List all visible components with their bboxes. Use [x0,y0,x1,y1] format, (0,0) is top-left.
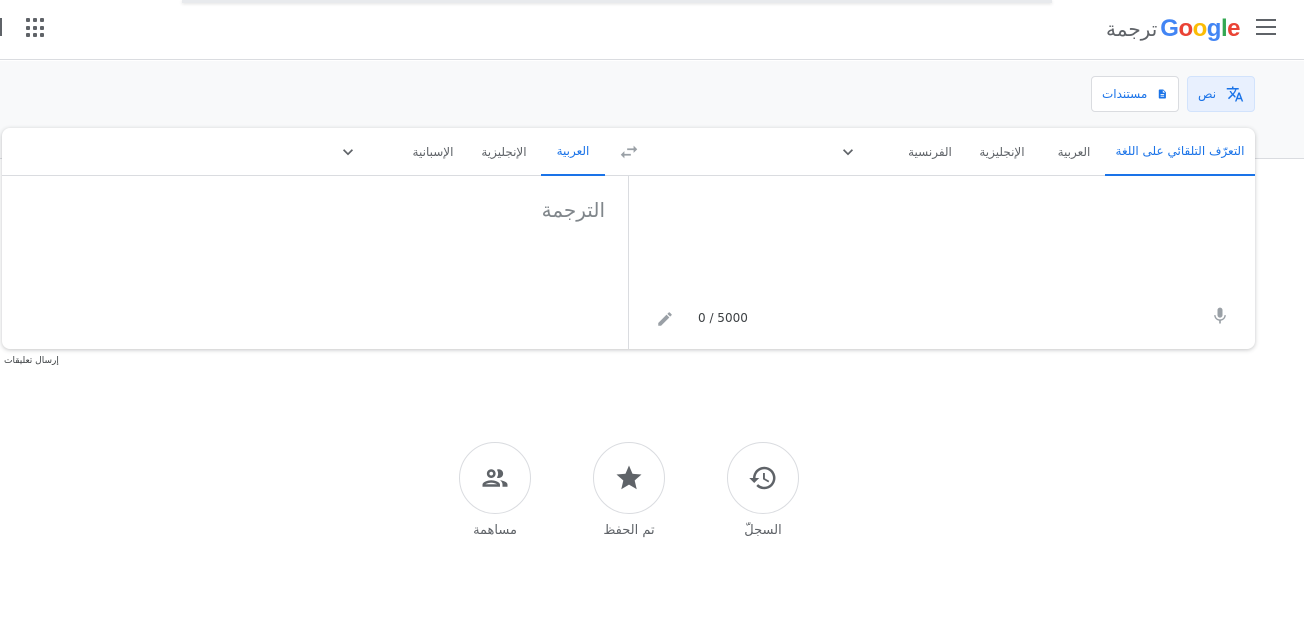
tab-detect-language-label: التعرّف التلقائي على اللغة [1115,144,1245,158]
tab-target-english[interactable]: الإنجليزية [478,128,530,176]
tab-source-arabic[interactable]: العربية [1054,128,1094,176]
microphone-icon[interactable] [1210,304,1230,328]
history-button[interactable] [727,442,799,514]
documents-mode-label: مستندات [1102,87,1148,101]
document-icon [1159,89,1167,99]
translate-icon [1226,86,1244,102]
source-more-languages-chevron-down-icon[interactable] [838,142,858,162]
apps-grid-icon[interactable] [24,16,48,40]
history-icon [749,466,776,490]
tab-source-french-label: الفرنسية [908,145,952,159]
saved-action[interactable]: تم الحفظ [593,442,665,552]
translation-card: التعرّف التلقائي على اللغة العربية الإنج… [2,128,1255,349]
app-name: ترجمة [1106,17,1158,41]
tab-source-french[interactable]: الفرنسية [908,128,952,176]
saved-button[interactable] [593,442,665,514]
left-edge-marker [0,18,2,36]
edit-pencil-icon[interactable] [656,310,674,328]
star-icon [616,465,642,490]
target-more-languages-chevron-down-icon[interactable] [338,142,358,162]
top-overlay-shadow [182,0,1052,3]
text-mode-button[interactable]: نص [1187,76,1255,112]
language-bar: التعرّف التلقائي على اللغة العربية الإنج… [2,128,1255,176]
tab-target-english-label: الإنجليزية [481,145,527,159]
contribute-label: مساهمة [473,523,517,538]
main-menu-icon[interactable] [1256,19,1278,37]
documents-mode-button[interactable]: مستندات [1091,76,1179,112]
google-translate-logo[interactable]: ترجمة Google [1106,15,1240,43]
translation-placeholder: الترجمة [541,198,605,222]
tab-source-english-label: الإنجليزية [979,145,1025,159]
tab-source-arabic-label: العربية [1057,145,1091,159]
tab-target-spanish[interactable]: الإسبانية [408,128,458,176]
tab-target-arabic[interactable]: العربية [541,128,605,176]
send-feedback-link[interactable]: إرسال تعليقات [4,356,59,366]
history-action[interactable]: السجلّ [727,442,799,552]
tab-source-english[interactable]: الإنجليزية [976,128,1028,176]
panel-divider [628,176,629,349]
tab-target-arabic-label: العربية [556,144,590,158]
tab-detect-language[interactable]: التعرّف التلقائي على اللغة [1105,128,1255,176]
character-counter: 0 / 5000 [698,311,748,325]
google-wordmark: Google [1160,15,1240,42]
swap-languages-icon[interactable] [618,141,640,163]
contribute-action[interactable]: مساهمة [459,442,531,552]
history-label: السجلّ [744,523,782,538]
people-icon [482,469,508,487]
contribute-button[interactable] [459,442,531,514]
text-mode-label: نص [1198,87,1217,101]
tab-target-spanish-label: الإسبانية [412,145,454,159]
top-bar: ترجمة Google [0,0,1304,60]
saved-label: تم الحفظ [603,523,655,538]
